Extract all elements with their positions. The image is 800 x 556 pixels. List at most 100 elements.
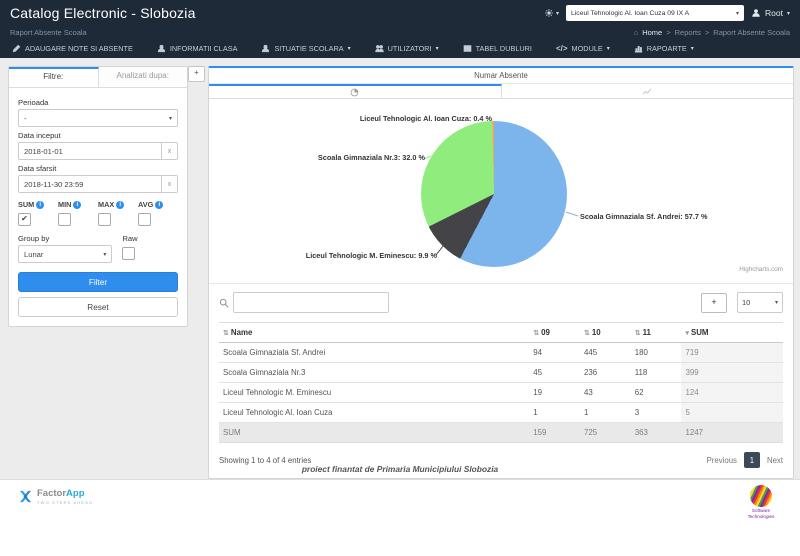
chevron-down-icon: ▾ xyxy=(103,251,106,258)
sum-checkbox[interactable]: ✔ xyxy=(18,213,31,226)
chart-icon xyxy=(634,44,643,53)
chevron-down-icon: ▾ xyxy=(691,45,694,52)
chevron-down-icon: ▾ xyxy=(775,299,778,306)
pie-label-sf-andrei: Scoala Gimnaziala Sf. Andrei: 57.7 % xyxy=(580,212,707,221)
user-icon xyxy=(261,44,270,53)
group-by-select[interactable]: Lunar ▾ xyxy=(18,245,112,263)
funding-text: proiect finantat de Primaria Municipiulu… xyxy=(0,464,800,474)
class-select[interactable]: Liceul Tehnologic Al. Ioan Cuza 09 IX A … xyxy=(566,5,744,21)
perioada-select[interactable]: - ▾ xyxy=(18,109,178,127)
sort-desc-icon: ▾ xyxy=(685,330,689,337)
chevron-down-icon: ▾ xyxy=(348,45,351,52)
tab-pie-chart[interactable] xyxy=(209,84,502,98)
pie-label-eminescu: Liceul Tehnologic M. Eminescu: 9.9 % xyxy=(306,251,437,260)
nav-rapoarte[interactable]: RAPOARTE ▾ xyxy=(634,44,694,53)
breadcrumb-current: Raport Absente Scoala xyxy=(713,28,790,37)
main-nav: ADAUGARE NOTE SI ABSENTE INFORMATII CLAS… xyxy=(0,39,800,58)
home-icon: ⌂ xyxy=(634,28,639,37)
nav-tabel-dubluri[interactable]: TABEL DUBLURI xyxy=(463,44,532,53)
data-inceput-label: Data inceput xyxy=(18,131,178,140)
pie-label-nr3: Scoala Gimnaziala Nr.3: 32.0 % xyxy=(318,153,425,162)
info-icon[interactable]: i xyxy=(36,201,44,209)
raw-checkbox[interactable] xyxy=(122,247,135,260)
col-header-11[interactable]: ⇅11 xyxy=(631,323,682,343)
breadcrumb: ⌂ Home > Reports > Raport Absente Scoala xyxy=(634,28,790,37)
filter-panel: Filtre: Analizati dupa: Perioada - ▾ Dat… xyxy=(8,66,188,327)
settings-gear-button[interactable]: ▾ xyxy=(544,8,559,18)
user-icon xyxy=(157,44,166,53)
min-checkbox[interactable] xyxy=(58,213,71,226)
chevron-down-icon: ▾ xyxy=(169,115,172,122)
nav-module[interactable]: </> MODULE ▾ xyxy=(556,44,610,53)
data-inceput-input[interactable]: 2018-01-01 xyxy=(18,142,161,160)
user-menu[interactable]: Root ▾ xyxy=(751,8,790,18)
agg-min: MINi xyxy=(58,200,98,226)
max-checkbox[interactable] xyxy=(98,213,111,226)
factorapp-logo[interactable]: FactorApp two steps ahead xyxy=(18,489,93,505)
page-length-select[interactable]: 10 ▾ xyxy=(737,292,783,313)
tab-analizati-dupa[interactable]: Analizati dupa: xyxy=(99,67,188,87)
search-icon xyxy=(219,298,229,308)
highcharts-watermark[interactable]: Highcharts.com xyxy=(739,266,783,273)
col-header-09[interactable]: ⇅09 xyxy=(529,323,580,343)
absences-table-zone: + 10 ▾ ⇅Name ⇅09 ⇅10 ⇅11 ▾SUM Scoala xyxy=(209,284,793,478)
pie-label-ioan-cuza: Liceul Tehnologic Al. Ioan Cuza: 0.4 % xyxy=(360,114,492,123)
table-row[interactable]: Liceul Tehnologic Al. Ioan Cuza 1 1 3 5 xyxy=(219,403,783,423)
chevron-down-icon: ▾ xyxy=(607,45,610,52)
absences-table: ⇅Name ⇅09 ⇅10 ⇅11 ▾SUM Scoala Gimnaziala… xyxy=(219,322,783,443)
sort-icon: ⇅ xyxy=(584,330,590,337)
chevron-down-icon: ▾ xyxy=(787,10,790,17)
line-chart-icon xyxy=(642,87,652,96)
table-row[interactable]: Scoala Gimnaziala Nr.3 45 236 118 399 xyxy=(219,363,783,383)
top-bar: Catalog Electronic - Slobozia ▾ Liceul T… xyxy=(0,0,800,58)
page-subtitle: Raport Absente Scoala xyxy=(10,28,87,37)
col-header-sum[interactable]: ▾SUM xyxy=(681,323,783,343)
group-by-label: Group by xyxy=(18,234,112,243)
nav-utilizatori[interactable]: UTILIZATORI ▾ xyxy=(375,44,439,53)
filter-button[interactable]: Filter xyxy=(18,272,178,292)
panel-collapse-button[interactable]: + xyxy=(188,66,205,82)
user-icon xyxy=(751,8,761,18)
sort-icon: ⇅ xyxy=(223,330,229,337)
perioada-label: Perioada xyxy=(18,98,178,107)
report-panel: Numar Absente Liceul Tehnologic Al. Ioan… xyxy=(208,66,794,479)
data-sfarsit-input[interactable]: 2018-11-30 23:59 xyxy=(18,175,161,193)
avg-checkbox[interactable] xyxy=(138,213,151,226)
chevron-down-icon: ▾ xyxy=(556,10,559,17)
table-row[interactable]: Liceul Tehnologic M. Eminescu 19 43 62 1… xyxy=(219,383,783,403)
software-technologies-logo[interactable]: Software Technologies xyxy=(738,485,784,519)
tab-line-chart[interactable] xyxy=(502,84,794,98)
table-sum-row: SUM 159 725 363 1247 xyxy=(219,423,783,443)
info-icon[interactable]: i xyxy=(155,201,163,209)
gear-icon xyxy=(544,8,554,18)
agg-avg: AVGi xyxy=(138,200,178,226)
data-sfarsit-label: Data sfarsit xyxy=(18,164,178,173)
tab-filtre[interactable]: Filtre: xyxy=(9,67,99,87)
pie-chart: Liceul Tehnologic Al. Ioan Cuza: 0.4 % S… xyxy=(209,99,793,284)
users-icon xyxy=(375,44,384,53)
table-icon xyxy=(463,44,472,53)
reset-button[interactable]: Reset xyxy=(18,297,178,317)
column-toggle-button[interactable]: + xyxy=(701,293,727,313)
chevron-down-icon: ▾ xyxy=(436,45,439,52)
chevron-down-icon: ▾ xyxy=(736,10,739,17)
table-search-input[interactable] xyxy=(233,292,389,313)
table-row[interactable]: Scoala Gimnaziala Sf. Andrei 94 445 180 … xyxy=(219,343,783,363)
pie-chart-icon xyxy=(350,88,359,97)
col-header-10[interactable]: ⇅10 xyxy=(580,323,631,343)
nav-situatie-scolara[interactable]: SITUATIE SCOLARA ▾ xyxy=(261,44,350,53)
info-icon[interactable]: i xyxy=(73,201,81,209)
clear-date-button[interactable]: x xyxy=(161,175,178,193)
agg-sum: SUMi ✔ xyxy=(18,200,58,226)
breadcrumb-reports[interactable]: Reports xyxy=(675,28,701,37)
info-icon[interactable]: i xyxy=(116,201,124,209)
nav-informatii-clasa[interactable]: INFORMATII CLASA xyxy=(157,44,238,53)
pie-graphic[interactable] xyxy=(421,121,567,267)
col-header-name[interactable]: ⇅Name xyxy=(219,323,529,343)
pencil-icon xyxy=(12,44,21,53)
clear-date-button[interactable]: x xyxy=(161,142,178,160)
factorapp-mark-icon xyxy=(18,489,33,504)
page-footer: FactorApp two steps ahead Software Techn… xyxy=(0,479,800,556)
breadcrumb-home[interactable]: Home xyxy=(642,28,662,37)
nav-adaugare-note[interactable]: ADAUGARE NOTE SI ABSENTE xyxy=(12,44,133,53)
